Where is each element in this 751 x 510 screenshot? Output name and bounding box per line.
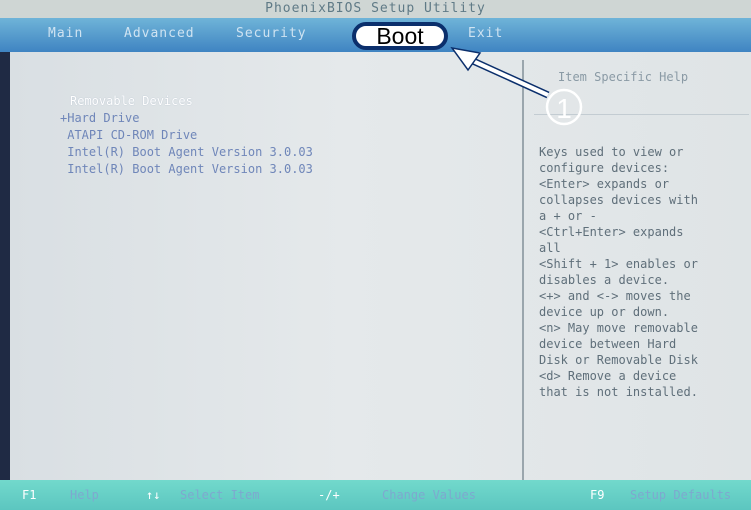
- callout-number: 1: [556, 93, 572, 124]
- callout-arrow: 1: [450, 46, 583, 126]
- callout-number-badge: 1: [545, 88, 583, 126]
